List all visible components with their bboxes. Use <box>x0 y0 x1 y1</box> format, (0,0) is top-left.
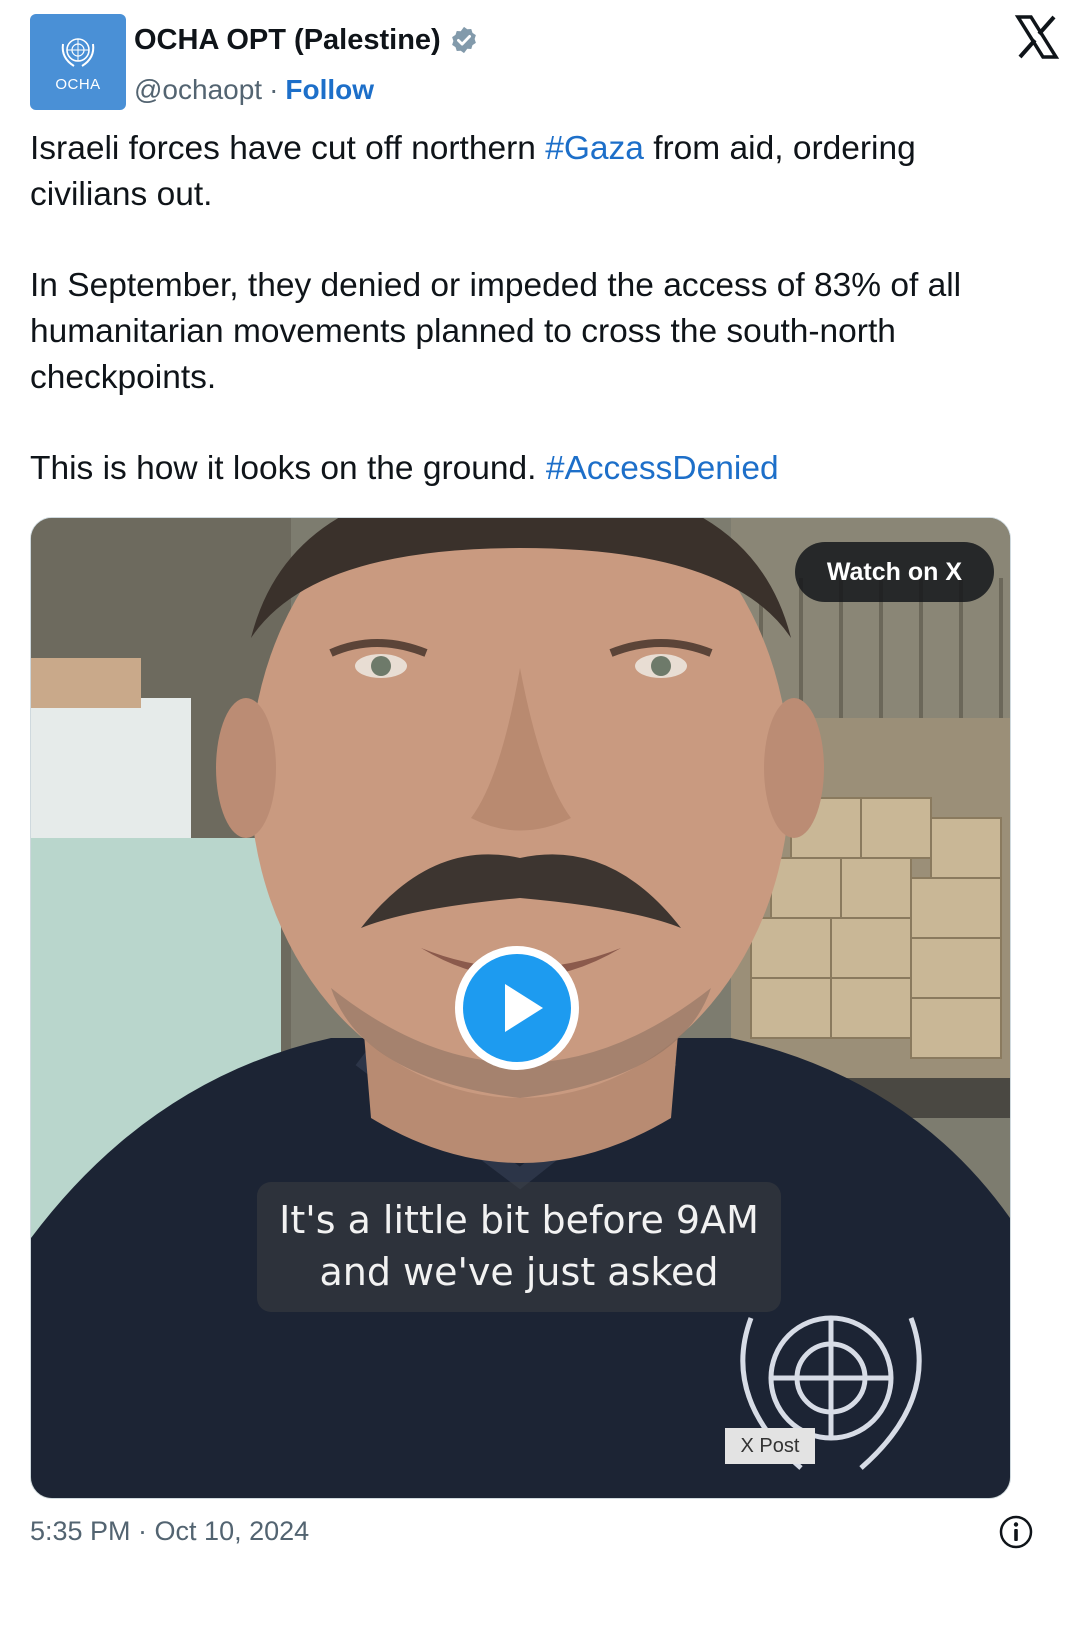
caption-line: It's a little bit before 9AM <box>279 1198 759 1242</box>
tweet-text-segment: This is how it looks on the ground. <box>30 450 546 487</box>
un-emblem-icon <box>61 38 95 67</box>
caption-line: and we've just asked <box>319 1250 719 1294</box>
user-handle[interactable]: @ochaopt <box>134 74 262 106</box>
play-button[interactable] <box>455 946 579 1070</box>
post-timestamp[interactable]: 5:35 PM · Oct 10, 2024 <box>30 1516 309 1547</box>
follow-button[interactable]: Follow <box>285 74 374 106</box>
avatar[interactable]: OCHA <box>30 14 126 110</box>
hashtag-gaza-link[interactable]: #Gaza <box>545 130 644 167</box>
tweet-paragraph-1: Israeli forces have cut off northern #Ga… <box>30 126 1040 218</box>
name-row: OCHA OPT (Palestine) <box>134 20 479 60</box>
play-icon <box>505 984 543 1032</box>
info-icon[interactable] <box>998 1514 1034 1550</box>
tweet-header: OCHA OCHA OPT (Palestine) @ochaopt · Fol… <box>30 14 1060 110</box>
handle-row: @ochaopt · Follow <box>134 70 374 110</box>
x-post-badge: X Post <box>725 1428 815 1464</box>
tweet-paragraph-3: This is how it looks on the ground. #Acc… <box>30 446 1040 492</box>
tweet-text-segment: Israeli forces have cut off northern <box>30 130 546 167</box>
tweet-paragraph-2: In September, they denied or impeded the… <box>30 267 962 396</box>
avatar-label: OCHA <box>55 76 101 93</box>
x-logo-icon[interactable] <box>1014 14 1060 60</box>
hashtag-accessdenied-link[interactable]: #AccessDenied <box>546 450 779 487</box>
tweet-footer: 5:35 PM · Oct 10, 2024 <box>30 1512 1060 1556</box>
play-button-circle <box>463 954 571 1062</box>
display-name[interactable]: OCHA OPT (Palestine) <box>134 24 441 57</box>
verified-badge-icon <box>451 26 476 54</box>
watch-on-x-button[interactable]: Watch on X <box>794 542 994 602</box>
video-caption: It's a little bit before 9AM and we've j… <box>257 1182 781 1312</box>
tweet-body: Israeli forces have cut off northern #Ga… <box>30 126 1040 492</box>
video-player[interactable]: Watch on X It's a little bit before 9AM … <box>30 517 1011 1499</box>
separator-dot: · <box>269 74 279 105</box>
